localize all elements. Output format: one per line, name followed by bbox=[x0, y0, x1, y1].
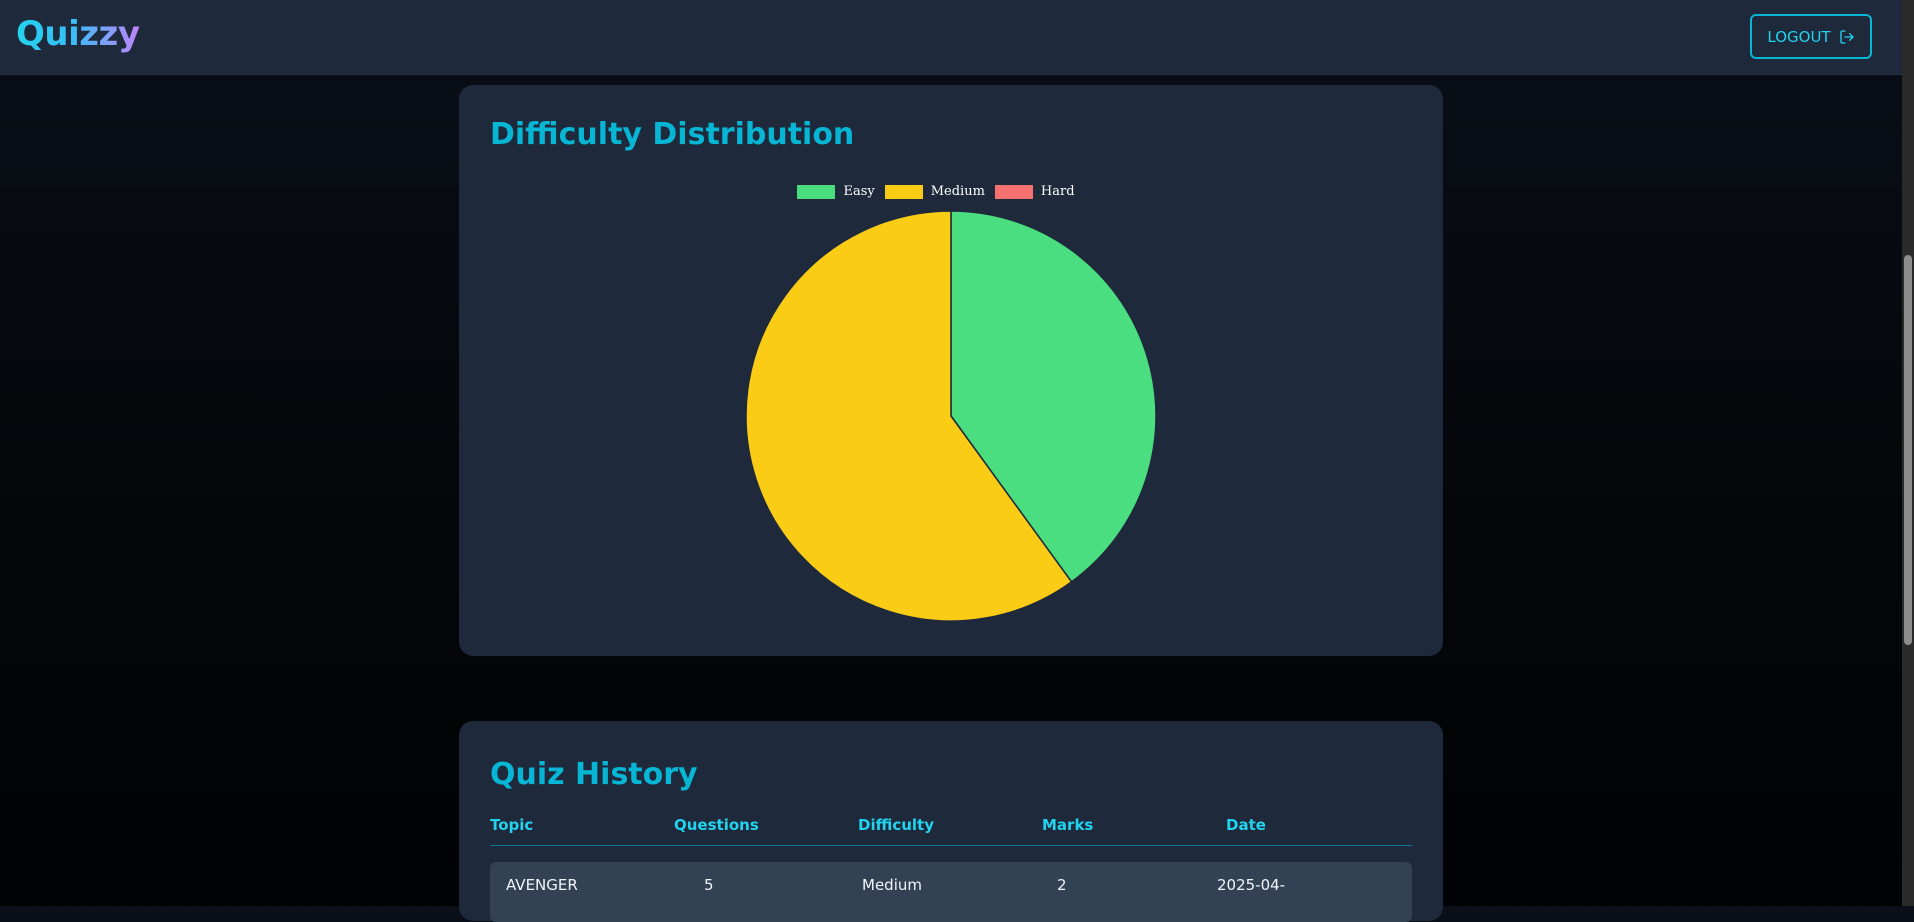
difficulty-title: Difficulty Distribution bbox=[490, 117, 855, 152]
column-header-topic[interactable]: Topic bbox=[490, 816, 533, 834]
cell-date: 2025-04- bbox=[1217, 876, 1286, 894]
logout-button[interactable]: LOGOUT bbox=[1750, 14, 1872, 59]
logout-icon bbox=[1839, 29, 1854, 44]
cell-questions: 5 bbox=[704, 876, 714, 894]
table-row[interactable]: AVENGER 5 Medium 2 2025-04- bbox=[490, 862, 1412, 922]
column-header-questions[interactable]: Questions bbox=[674, 816, 759, 834]
logout-label: LOGOUT bbox=[1767, 27, 1831, 46]
cell-topic: AVENGER bbox=[506, 876, 578, 894]
history-title: Quiz History bbox=[490, 757, 698, 792]
legend-swatch-hard bbox=[994, 184, 1033, 199]
legend-item-medium[interactable]: Medium bbox=[884, 184, 985, 199]
column-header-date[interactable]: Date bbox=[1226, 816, 1266, 834]
app-logo[interactable]: Quizzy bbox=[16, 14, 140, 54]
legend-item-easy[interactable]: Easy bbox=[797, 184, 875, 199]
legend-label-hard: Hard bbox=[1040, 184, 1075, 199]
legend-label-medium: Medium bbox=[930, 184, 985, 199]
navbar: Quizzy LOGOUT bbox=[0, 0, 1902, 75]
legend-swatch-medium bbox=[884, 184, 923, 199]
scrollbar-thumb[interactable] bbox=[1904, 255, 1912, 645]
cell-marks: 2 bbox=[1057, 876, 1067, 894]
difficulty-distribution-card: Difficulty Distribution Easy Medium Hard bbox=[459, 85, 1443, 656]
column-header-difficulty[interactable]: Difficulty bbox=[858, 816, 934, 834]
history-table-header: Topic Questions Difficulty Marks Date bbox=[490, 812, 1412, 846]
difficulty-pie-chart bbox=[745, 210, 1157, 622]
chart-legend: Easy Medium Hard bbox=[444, 184, 1428, 199]
cell-difficulty: Medium bbox=[862, 876, 922, 894]
legend-item-hard[interactable]: Hard bbox=[994, 184, 1075, 199]
column-header-marks[interactable]: Marks bbox=[1042, 816, 1093, 834]
legend-label-easy: Easy bbox=[843, 184, 875, 199]
scrollbar[interactable] bbox=[1902, 0, 1914, 906]
quiz-history-card: Quiz History Topic Questions Difficulty … bbox=[459, 721, 1443, 922]
legend-swatch-easy bbox=[797, 184, 836, 199]
